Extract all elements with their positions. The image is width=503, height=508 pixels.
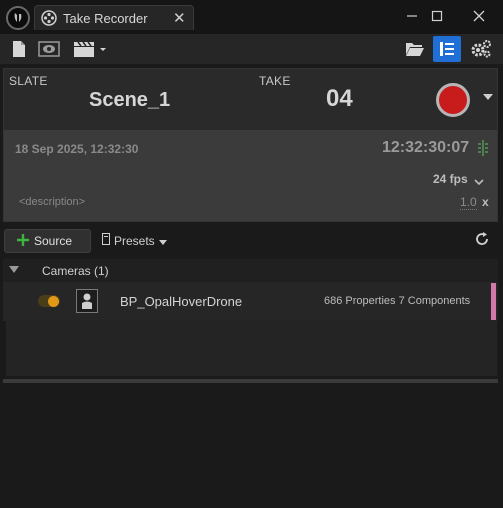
- description-input[interactable]: <description>: [19, 196, 85, 208]
- review-last-take-icon[interactable]: [38, 38, 60, 60]
- settings-icon[interactable]: [468, 38, 494, 60]
- panel-divider[interactable]: [3, 379, 498, 383]
- take-datetime: 18 Sep 2025, 12:32:30: [15, 142, 139, 156]
- presets-label: Presets: [114, 233, 155, 248]
- title-bar: Take Recorder ✕: [0, 0, 503, 34]
- plus-icon: [17, 233, 29, 249]
- clapperboard-icon[interactable]: [70, 38, 110, 60]
- frame-rate-dropdown[interactable]: 24 fps: [433, 172, 468, 186]
- take-label: TAKE: [259, 74, 291, 88]
- close-window-button[interactable]: [467, 6, 491, 26]
- film-reel-icon: [41, 10, 57, 29]
- toolbar: [0, 34, 503, 64]
- time-scale-field[interactable]: 1.0 x: [460, 195, 489, 210]
- timecode-display: 12:32:30:07: [382, 139, 470, 156]
- folder-open-icon[interactable]: [404, 38, 426, 60]
- timecode-provider-icon[interactable]: [476, 139, 490, 160]
- record-options-chevron-icon[interactable]: [483, 91, 493, 103]
- preset-icon: [102, 233, 110, 248]
- time-scale-value: 1.0: [460, 195, 477, 210]
- presets-dropdown[interactable]: Presets: [102, 233, 167, 248]
- tab-take-recorder[interactable]: Take Recorder ✕: [34, 5, 194, 30]
- source-group-cameras[interactable]: Cameras (1): [3, 259, 498, 282]
- sources-toolbar: Source Presets: [0, 226, 503, 256]
- take-browser-icon[interactable]: [433, 36, 461, 62]
- source-accent-stripe: [491, 283, 496, 320]
- slate-label: SLATE: [9, 74, 48, 88]
- tab-title: Take Recorder: [63, 11, 148, 26]
- take-number-field[interactable]: 04: [326, 85, 353, 113]
- minimize-button[interactable]: [400, 6, 424, 26]
- toggle-knob: [48, 296, 59, 307]
- slate-name-field[interactable]: Scene_1: [89, 89, 170, 112]
- source-row[interactable]: BP_OpalHoverDrone 686 Properties 7 Compo…: [3, 282, 498, 321]
- maximize-button[interactable]: [425, 6, 449, 26]
- expand-arrow-icon[interactable]: [9, 266, 19, 273]
- chevron-down-icon[interactable]: [474, 175, 484, 189]
- time-scale-unit: x: [482, 195, 489, 209]
- refresh-icon[interactable]: [474, 231, 492, 249]
- new-document-icon[interactable]: [8, 38, 30, 60]
- record-button[interactable]: [436, 83, 470, 117]
- tab-close-button[interactable]: ✕: [173, 9, 186, 27]
- group-label: Cameras (1): [42, 264, 109, 278]
- unreal-logo-icon[interactable]: [6, 6, 30, 30]
- source-enabled-toggle[interactable]: [38, 295, 60, 307]
- sources-empty-area: [6, 321, 497, 376]
- source-details: 686 Properties 7 Components: [324, 295, 471, 307]
- add-source-button[interactable]: Source: [4, 229, 91, 253]
- add-source-label: Source: [34, 234, 73, 248]
- slate-panel: SLATE Scene_1 TAKE 04: [3, 68, 498, 130]
- take-info-panel: 18 Sep 2025, 12:32:30 12:32:30:07 24 fps…: [3, 130, 498, 222]
- actor-icon: [76, 289, 98, 313]
- chevron-down-icon: [158, 234, 167, 248]
- source-name: BP_OpalHoverDrone: [120, 294, 243, 309]
